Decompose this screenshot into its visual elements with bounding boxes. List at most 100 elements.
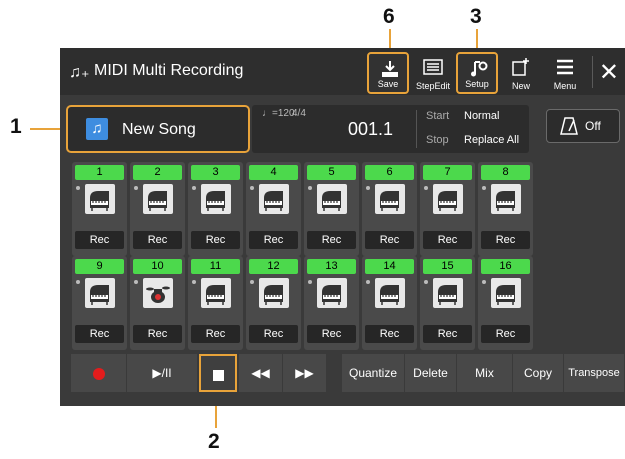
track-voice-icon[interactable]: [201, 278, 231, 308]
track-10[interactable]: 10 Rec: [130, 256, 185, 350]
metronome-state: Off: [585, 119, 601, 133]
track-rec-button[interactable]: Rec: [75, 231, 124, 249]
mix-button[interactable]: Mix: [457, 354, 512, 392]
track-voice-icon[interactable]: [143, 278, 173, 308]
piano-icon: [496, 285, 515, 305]
close-icon[interactable]: ✕: [599, 58, 619, 87]
song-position[interactable]: 001.1: [348, 119, 393, 140]
track-rec-button[interactable]: Rec: [481, 231, 530, 249]
track-number: 12: [249, 259, 298, 274]
track-rec-button[interactable]: Rec: [249, 231, 298, 249]
track-1[interactable]: 1 Rec: [72, 162, 127, 256]
fast-forward-button[interactable]: ▶▶: [283, 354, 326, 392]
callout-2: 2: [208, 430, 220, 453]
track-12[interactable]: 12 Rec: [246, 256, 301, 350]
piano-icon: [90, 191, 109, 211]
meter-value: 4/4: [292, 108, 306, 119]
track-2[interactable]: 2 Rec: [130, 162, 185, 256]
track-voice-icon[interactable]: [259, 278, 289, 308]
track-voice-icon[interactable]: [85, 278, 115, 308]
save-button[interactable]: Save: [367, 52, 409, 94]
track-voice-icon[interactable]: [491, 278, 521, 308]
track-indicator-dot: [76, 280, 80, 284]
setup-button[interactable]: Setup: [456, 52, 498, 94]
track-voice-icon[interactable]: [375, 278, 405, 308]
track-13[interactable]: 13 Rec: [304, 256, 359, 350]
track-7[interactable]: 7 Rec: [420, 162, 475, 256]
start-mode-value[interactable]: Normal: [464, 110, 499, 122]
track-4[interactable]: 4 Rec: [246, 162, 301, 256]
menu-button[interactable]: Menu: [544, 52, 586, 94]
track-6[interactable]: 6 Rec: [362, 162, 417, 256]
play-pause-button[interactable]: ▶/II: [127, 354, 197, 392]
track-voice-icon[interactable]: [317, 184, 347, 214]
track-rec-button[interactable]: Rec: [133, 325, 182, 343]
track-indicator-dot: [424, 280, 428, 284]
toolbar-divider: [592, 56, 593, 88]
window-title: MIDI Multi Recording: [94, 62, 244, 79]
track-8[interactable]: 8 Rec: [478, 162, 533, 256]
copy-button[interactable]: Copy: [513, 354, 563, 392]
track-voice-icon[interactable]: [491, 184, 521, 214]
new-button[interactable]: New: [500, 52, 542, 94]
track-11[interactable]: 11 Rec: [188, 256, 243, 350]
quantize-button[interactable]: Quantize: [342, 354, 404, 392]
transpose-button[interactable]: Transpose: [564, 354, 624, 392]
track-rec-button[interactable]: Rec: [307, 325, 356, 343]
song-info-panel: ♩=120 4/4 001.1 Start Normal Stop Replac…: [252, 105, 529, 153]
callout-1: 1: [10, 115, 22, 138]
metronome-icon: [560, 117, 578, 135]
track-16[interactable]: 16 Rec: [478, 256, 533, 350]
track-rec-button[interactable]: Rec: [75, 325, 124, 343]
track-3[interactable]: 3 Rec: [188, 162, 243, 256]
info-divider: [416, 110, 417, 148]
song-name: New Song: [122, 121, 196, 138]
record-button[interactable]: [71, 354, 126, 392]
track-rec-button[interactable]: Rec: [191, 231, 240, 249]
piano-icon: [90, 285, 109, 305]
track-rec-button[interactable]: Rec: [133, 231, 182, 249]
stepedit-button[interactable]: StepEdit: [412, 52, 454, 94]
track-5[interactable]: 5 Rec: [304, 162, 359, 256]
track-voice-icon[interactable]: [317, 278, 347, 308]
piano-icon: [148, 191, 167, 211]
stop-icon: [212, 370, 224, 382]
track-number: 13: [307, 259, 356, 274]
track-voice-icon[interactable]: [433, 278, 463, 308]
track-rec-button[interactable]: Rec: [365, 325, 414, 343]
track-number: 5: [307, 165, 356, 180]
track-rec-button[interactable]: Rec: [365, 231, 414, 249]
track-14[interactable]: 14 Rec: [362, 256, 417, 350]
track-9[interactable]: 9 Rec: [72, 256, 127, 350]
track-voice-icon[interactable]: [85, 184, 115, 214]
track-indicator-dot: [482, 280, 486, 284]
track-voice-icon[interactable]: [375, 184, 405, 214]
title-bar: ♫₊ MIDI Multi Recording Save StepEdit Se…: [60, 48, 625, 95]
track-15[interactable]: 15 Rec: [420, 256, 475, 350]
track-voice-icon[interactable]: [433, 184, 463, 214]
piano-icon: [380, 191, 399, 211]
stop-button[interactable]: [199, 354, 237, 392]
track-voice-icon[interactable]: [143, 184, 173, 214]
tempo-value: ♩=120: [262, 108, 295, 119]
piano-icon: [264, 191, 283, 211]
rewind-button[interactable]: ◀◀: [239, 354, 282, 392]
stop-mode-value[interactable]: Replace All: [464, 134, 519, 146]
metronome-button[interactable]: Off: [546, 109, 620, 143]
track-rec-button[interactable]: Rec: [191, 325, 240, 343]
drum-kit-icon: [146, 286, 170, 303]
track-rec-button[interactable]: Rec: [307, 231, 356, 249]
track-rec-button[interactable]: Rec: [423, 325, 472, 343]
track-indicator-dot: [134, 186, 138, 190]
track-rec-button[interactable]: Rec: [423, 231, 472, 249]
track-indicator-dot: [76, 186, 80, 190]
track-voice-icon[interactable]: [201, 184, 231, 214]
track-rec-button[interactable]: Rec: [249, 325, 298, 343]
track-voice-icon[interactable]: [259, 184, 289, 214]
track-rec-button[interactable]: Rec: [481, 325, 530, 343]
song-name-field[interactable]: ♫ New Song: [66, 105, 250, 153]
track-number: 10: [133, 259, 182, 274]
piano-icon: [322, 191, 341, 211]
track-number: 11: [191, 259, 240, 274]
delete-button[interactable]: Delete: [405, 354, 456, 392]
